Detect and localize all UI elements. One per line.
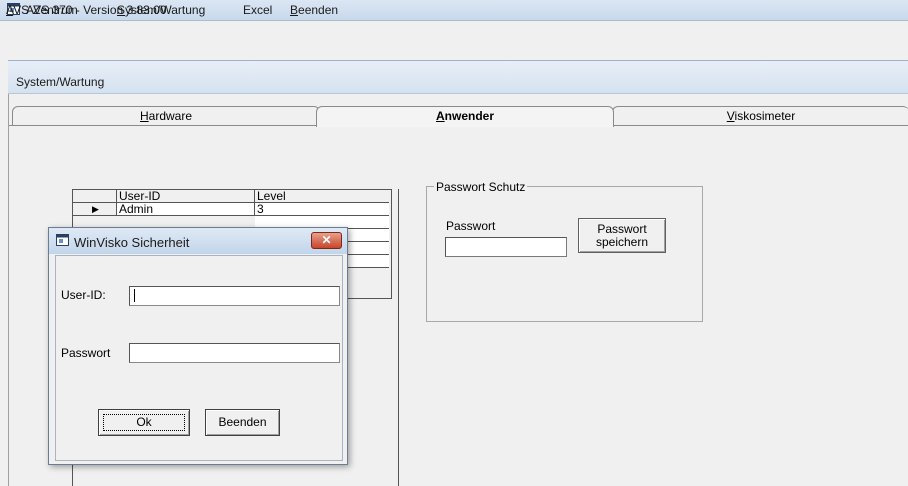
user-id-label: User-ID: [61, 288, 106, 302]
menu-beenden[interactable]: Beenden [290, 3, 338, 17]
save-password-button[interactable]: Passwort speichern [578, 218, 666, 253]
tab-label: ardware [148, 109, 193, 123]
tab-label: iskosimeter [734, 109, 796, 123]
grid-header-level[interactable]: Level [255, 190, 389, 203]
password-group-title: Passwort Schutz [434, 180, 528, 194]
tab-label: nwender [444, 109, 494, 123]
menu-label: ystem/Wartung [125, 3, 206, 17]
menu-system-wartung[interactable]: System/Wartung [117, 3, 205, 17]
tab-hardware[interactable]: Hardware [12, 106, 320, 126]
menu-excel[interactable]: Excel [243, 3, 272, 17]
child-window-title: System/Wartung [16, 75, 105, 89]
tab-hotkey: V [726, 109, 735, 123]
menu-label: Excel [243, 3, 273, 17]
row-pointer-icon: ▶ [73, 203, 117, 216]
tab-viskosimeter[interactable]: Viskosimeter [612, 106, 908, 126]
active-tab-gap [318, 124, 612, 127]
grid-corner-cell [73, 190, 117, 203]
password-field[interactable] [445, 237, 567, 257]
beenden-button[interactable]: Beenden [205, 409, 280, 436]
menu-hotkey: B [290, 3, 299, 17]
tab-hotkey: H [139, 109, 149, 123]
menu-label: VS-Zentrum [13, 3, 78, 17]
dialog-window-icon [56, 234, 69, 246]
save-password-label-line2: speichern [595, 235, 649, 249]
user-id-field[interactable] [129, 286, 340, 306]
grid-cell-user-id[interactable]: Admin [117, 203, 255, 216]
tab-hotkey: A [435, 109, 445, 123]
focus-rectangle [103, 414, 185, 431]
child-window-title-bar [8, 60, 908, 94]
text-caret [134, 289, 135, 302]
menu-avs-zentrum[interactable]: AVS-Zentrum [6, 3, 78, 17]
close-icon[interactable]: ✕ [311, 232, 342, 249]
dialog-password-label: Passwort [61, 346, 111, 360]
grid-border [390, 189, 399, 486]
password-label: Passwort [446, 219, 496, 233]
menu-hotkey: S [117, 3, 126, 17]
dialog-title: WinVisko Sicherheit [74, 235, 190, 250]
menu-label: eenden [298, 3, 339, 17]
grid-cell-level[interactable]: 3 [255, 203, 389, 216]
menu-bar [0, 21, 908, 40]
dialog-password-field[interactable] [129, 343, 340, 363]
